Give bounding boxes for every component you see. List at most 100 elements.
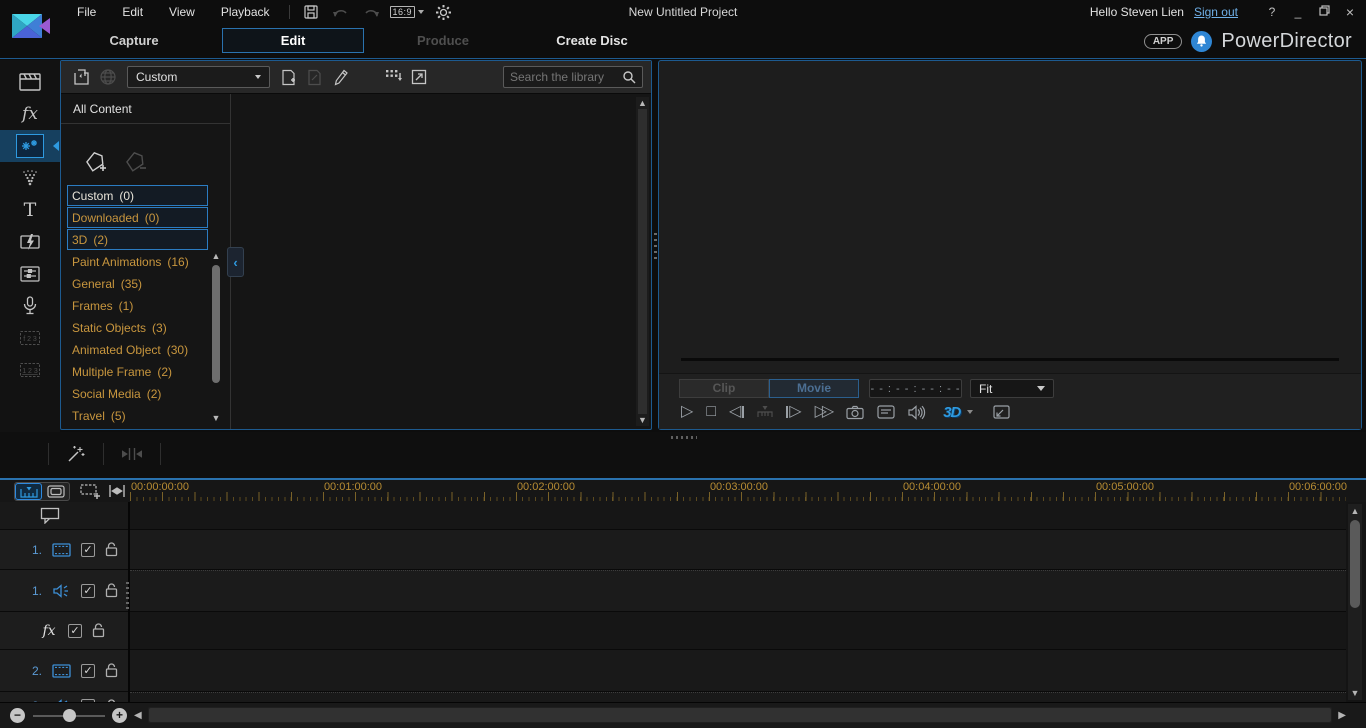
marker-track-content[interactable] xyxy=(130,502,1346,530)
timeline-ruler[interactable]: 00:00:00:00 00:01:00:00 00:02:00:00 00:0… xyxy=(130,480,1346,502)
scroll-right-icon[interactable]: ▶ xyxy=(1338,710,1346,721)
category-frames[interactable]: Frames(1) xyxy=(67,295,208,316)
sidebar-item-title-room[interactable]: T xyxy=(0,194,60,226)
previous-frame-button[interactable]: ◁ xyxy=(729,402,744,422)
split-clip-button[interactable] xyxy=(106,483,128,499)
pencil-edit-button[interactable] xyxy=(328,64,354,90)
video-track-1-content[interactable] xyxy=(130,530,1346,570)
zoom-in-button[interactable]: + xyxy=(112,708,127,723)
tab-capture[interactable]: Capture xyxy=(88,24,180,58)
jump-to-time-button[interactable] xyxy=(757,402,773,422)
effect-track-content[interactable] xyxy=(130,612,1346,650)
lock-icon[interactable] xyxy=(105,583,118,598)
sidebar-item-pip-objects-room[interactable] xyxy=(0,130,60,162)
play-button[interactable]: ▷ xyxy=(681,402,693,422)
next-frame-button[interactable]: ▷ xyxy=(786,402,801,422)
category-downloaded[interactable]: Downloaded(0) xyxy=(67,207,208,228)
import-media-button[interactable] xyxy=(69,64,95,90)
scroll-up-icon[interactable]: ▲ xyxy=(210,251,222,261)
menu-file[interactable]: File xyxy=(64,0,109,24)
clip-mode-button[interactable]: Clip xyxy=(679,379,769,398)
volume-button[interactable] xyxy=(908,402,926,422)
category-animated-object[interactable]: Animated Object(30) xyxy=(67,339,208,360)
lock-icon[interactable] xyxy=(92,623,105,638)
library-menu-grid-button[interactable] xyxy=(380,64,406,90)
effect-track-header[interactable]: fx ✓ xyxy=(0,612,128,650)
track-enable-checkbox[interactable]: ✓ xyxy=(81,664,95,678)
category-scrollbar[interactable]: ▲ ▼ xyxy=(210,251,222,423)
category-paint-animations[interactable]: Paint Animations(16) xyxy=(67,251,208,272)
category-custom[interactable]: Custom(0) xyxy=(67,185,208,206)
scroll-down-icon[interactable]: ▼ xyxy=(210,413,222,423)
sidebar-item-audio-mixing-room[interactable] xyxy=(0,258,60,290)
scrollbar-thumb[interactable] xyxy=(1350,520,1360,608)
sidebar-item-subtitle-room[interactable]: 1 2 3 xyxy=(0,354,60,386)
preview-quality-button[interactable] xyxy=(877,402,895,422)
timeline-vertical-scrollbar[interactable]: ▲ ▼ xyxy=(1348,504,1362,700)
3d-mode-button[interactable]: 3D xyxy=(943,402,960,422)
notification-bell-icon[interactable] xyxy=(1191,31,1212,52)
sidebar-item-particle-room[interactable] xyxy=(0,162,60,194)
zoom-slider-knob[interactable] xyxy=(63,709,76,722)
sidebar-item-media-room[interactable] xyxy=(0,66,60,98)
tab-edit-active[interactable]: Edit xyxy=(222,28,364,53)
audio-track-1-content[interactable] xyxy=(130,570,1346,612)
trim-tool-button[interactable] xyxy=(120,446,144,462)
all-content-label[interactable]: All Content xyxy=(61,94,230,124)
library-content-scrollbar[interactable]: ▲ ▼ xyxy=(636,97,649,426)
timeline-view-button[interactable] xyxy=(15,483,42,500)
help-button[interactable]: ? xyxy=(1264,5,1280,19)
3d-options-caret[interactable] xyxy=(967,410,973,414)
video-track-1-header[interactable]: 1. ✓ xyxy=(0,530,128,570)
preview-zoom-dropdown[interactable]: Fit xyxy=(970,379,1054,398)
sidebar-item-transition-room[interactable] xyxy=(0,226,60,258)
remove-tag-icon[interactable] xyxy=(123,150,149,174)
library-filter-dropdown[interactable]: Custom xyxy=(127,66,270,88)
restore-button[interactable] xyxy=(1316,5,1332,19)
track-splitter-grip-icon[interactable] xyxy=(126,582,129,610)
library-search[interactable] xyxy=(503,66,643,88)
timecode-display[interactable]: - - : - - : - - : - - xyxy=(869,379,962,398)
storyboard-view-button[interactable] xyxy=(42,483,69,500)
category-travel[interactable]: Travel(5) xyxy=(67,405,208,426)
save-button[interactable] xyxy=(296,0,326,24)
sign-out-link[interactable]: Sign out xyxy=(1194,5,1238,19)
magic-wand-tool-button[interactable] xyxy=(65,443,87,465)
category-general[interactable]: General(35) xyxy=(67,273,208,294)
category-multiple-frame[interactable]: Multiple Frame(2) xyxy=(67,361,208,382)
sidebar-item-voice-over-room[interactable] xyxy=(0,290,60,322)
scroll-up-icon[interactable]: ▲ xyxy=(636,98,649,108)
menu-playback[interactable]: Playback xyxy=(208,0,283,24)
panel-splitter-grip-icon[interactable] xyxy=(671,436,697,439)
new-folder-button[interactable] xyxy=(276,64,302,90)
aspect-ratio-dropdown[interactable]: 16:9 xyxy=(386,0,429,24)
add-tag-icon[interactable] xyxy=(83,150,109,174)
lock-icon[interactable] xyxy=(105,542,118,557)
track-enable-checkbox[interactable]: ✓ xyxy=(81,543,95,557)
library-search-input[interactable] xyxy=(510,70,622,84)
scroll-left-icon[interactable]: ◀ xyxy=(134,710,142,721)
timeline-horizontal-scrollbar[interactable] xyxy=(148,707,1332,723)
scrollbar-thumb[interactable] xyxy=(212,265,220,383)
menu-edit[interactable]: Edit xyxy=(109,0,156,24)
scrollbar-thumb[interactable] xyxy=(149,708,1331,722)
scroll-up-icon[interactable]: ▲ xyxy=(1348,506,1362,516)
marker-track-header[interactable] xyxy=(0,502,128,530)
close-button[interactable]: × xyxy=(1342,4,1358,20)
snapshot-camera-button[interactable] xyxy=(846,402,864,422)
download-from-web-button[interactable] xyxy=(95,64,121,90)
category-3d[interactable]: 3D(2) xyxy=(67,229,208,250)
sidebar-item-effects-room[interactable]: fx xyxy=(0,98,60,130)
preview-seek-slider[interactable] xyxy=(681,358,1339,361)
settings-gear-button[interactable] xyxy=(428,0,458,24)
stop-button[interactable]: □ xyxy=(706,402,716,422)
tab-create-disc[interactable]: Create Disc xyxy=(544,24,640,58)
category-social-media[interactable]: Social Media(2) xyxy=(67,383,208,404)
lock-icon[interactable] xyxy=(105,663,118,678)
redo-button[interactable] xyxy=(356,0,386,24)
undock-preview-button[interactable] xyxy=(992,402,1010,422)
tab-produce[interactable]: Produce xyxy=(398,24,488,58)
video-track-2-content[interactable] xyxy=(130,650,1346,692)
app-badge[interactable]: APP xyxy=(1144,34,1183,49)
minimize-button[interactable]: _ xyxy=(1290,5,1306,19)
